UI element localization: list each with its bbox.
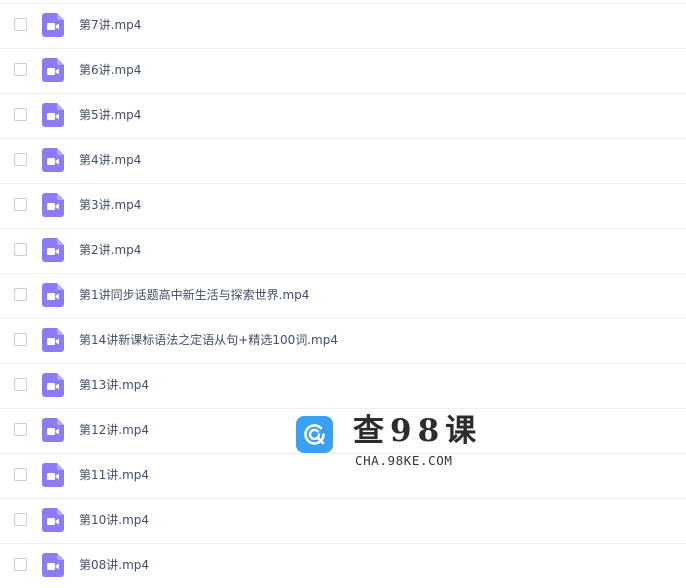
file-name[interactable]: 第12讲.mp4 xyxy=(79,422,149,438)
file-name[interactable]: 第6讲.mp4 xyxy=(79,62,141,78)
file-name[interactable]: 第13讲.mp4 xyxy=(79,377,149,393)
file-name[interactable]: 第1讲同步话题高中新生活与探索世界.mp4 xyxy=(79,287,309,303)
list-item[interactable]: 第6讲.mp4 xyxy=(0,48,686,93)
list-item[interactable]: 第7讲.mp4 xyxy=(0,3,686,48)
video-file-icon xyxy=(42,58,64,82)
file-name[interactable]: 第5讲.mp4 xyxy=(79,107,141,123)
list-item[interactable]: 第4讲.mp4 xyxy=(0,138,686,183)
list-item[interactable]: 第1讲同步话题高中新生活与探索世界.mp4 xyxy=(0,273,686,318)
file-name[interactable]: 第7讲.mp4 xyxy=(79,17,141,33)
file-name[interactable]: 第2讲.mp4 xyxy=(79,242,141,258)
select-checkbox[interactable] xyxy=(14,18,27,31)
video-file-icon xyxy=(42,373,64,397)
select-checkbox[interactable] xyxy=(14,333,27,346)
video-file-icon xyxy=(42,508,64,532)
video-file-icon xyxy=(42,463,64,487)
video-file-icon xyxy=(42,283,64,307)
select-checkbox[interactable] xyxy=(14,558,27,571)
select-checkbox[interactable] xyxy=(14,198,27,211)
file-name[interactable]: 第10讲.mp4 xyxy=(79,512,149,528)
watermark-url: CHA.98KE.COM xyxy=(355,453,453,468)
watermark-logo-icon xyxy=(296,416,333,453)
watermark-title: 查98课 xyxy=(353,413,483,449)
video-file-icon xyxy=(42,328,64,352)
video-file-icon xyxy=(42,103,64,127)
select-checkbox[interactable] xyxy=(14,243,27,256)
video-file-icon xyxy=(42,193,64,217)
select-checkbox[interactable] xyxy=(14,153,27,166)
select-checkbox[interactable] xyxy=(14,513,27,526)
select-checkbox[interactable] xyxy=(14,423,27,436)
file-name[interactable]: 第14讲新课标语法之定语从句+精选100词.mp4 xyxy=(79,332,338,348)
list-item[interactable]: 第2讲.mp4 xyxy=(0,228,686,273)
video-file-icon xyxy=(42,13,64,37)
file-name[interactable]: 第08讲.mp4 xyxy=(79,557,149,573)
video-file-icon xyxy=(42,148,64,172)
select-checkbox[interactable] xyxy=(14,108,27,121)
select-checkbox[interactable] xyxy=(14,468,27,481)
select-checkbox[interactable] xyxy=(14,63,27,76)
file-name[interactable]: 第4讲.mp4 xyxy=(79,152,141,168)
list-item[interactable]: 第5讲.mp4 xyxy=(0,93,686,138)
video-file-icon xyxy=(42,238,64,262)
list-item[interactable]: 第10讲.mp4 xyxy=(0,498,686,543)
list-item[interactable]: 第14讲新课标语法之定语从句+精选100词.mp4 xyxy=(0,318,686,363)
watermark: 查98课 CHA.98KE.COM xyxy=(296,412,486,472)
list-item[interactable]: 第13讲.mp4 xyxy=(0,363,686,408)
file-name[interactable]: 第3讲.mp4 xyxy=(79,197,141,213)
video-file-icon xyxy=(42,553,64,577)
list-item[interactable]: 第08讲.mp4 xyxy=(0,543,686,588)
video-file-icon xyxy=(42,418,64,442)
file-list: 第7讲.mp4 第6讲.mp4 第5讲.mp4 第4讲.mp4 第3讲.mp4 … xyxy=(0,3,686,588)
list-item[interactable]: 第3讲.mp4 xyxy=(0,183,686,228)
file-name[interactable]: 第11讲.mp4 xyxy=(79,467,149,483)
select-checkbox[interactable] xyxy=(14,378,27,391)
select-checkbox[interactable] xyxy=(14,288,27,301)
